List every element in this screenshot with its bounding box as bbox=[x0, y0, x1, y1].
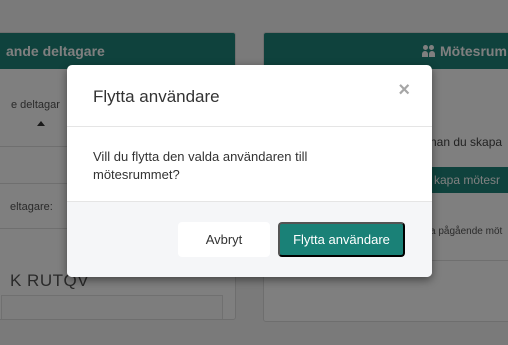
dialog-footer: Avbryt Flytta användare bbox=[67, 201, 432, 277]
close-icon[interactable]: × bbox=[398, 80, 410, 100]
move-user-button[interactable]: Flytta användare bbox=[278, 222, 405, 257]
dialog-title: Flytta användare bbox=[93, 87, 220, 106]
dialog-header: Flytta användare × bbox=[67, 65, 432, 127]
cancel-button[interactable]: Avbryt bbox=[178, 222, 270, 257]
dialog-message: Vill du flytta den valda användaren till… bbox=[93, 149, 308, 182]
move-user-dialog: Flytta användare × Vill du flytta den va… bbox=[67, 65, 432, 277]
